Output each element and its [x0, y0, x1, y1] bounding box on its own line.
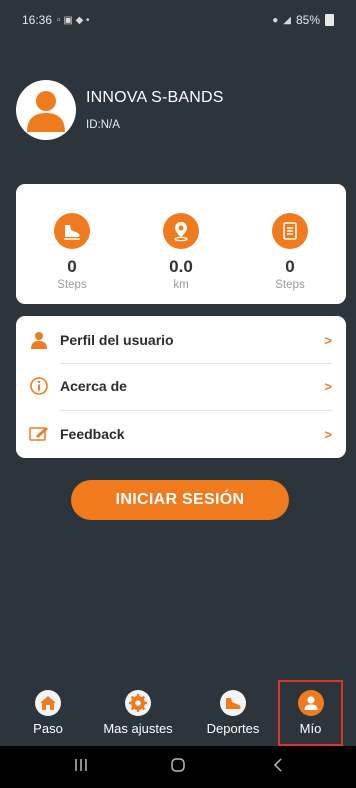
stats-card: 0 Steps 0.0 km 0 Steps	[16, 184, 346, 304]
chevron-right-icon: >	[324, 378, 332, 394]
notification-icons: ▫ ▣ ◆ •	[57, 14, 90, 26]
stat-value: 0.0	[169, 257, 193, 276]
battery-percent: 85%	[295, 13, 320, 27]
stat-label: Steps	[57, 279, 87, 291]
sport-shoe-icon	[220, 690, 246, 716]
menu-item-about[interactable]: Acerca de >	[16, 364, 346, 408]
chevron-right-icon: >	[324, 426, 332, 442]
status-left: 16:36 ▫ ▣ ◆ •	[22, 13, 90, 27]
location-status-icon: ●	[272, 14, 279, 26]
status-bar: 16:36 ▫ ▣ ◆ • ● ◢ 85%	[0, 0, 356, 40]
nav-label: Paso	[33, 721, 63, 736]
stat-steps-2: 0 Steps	[250, 213, 330, 291]
stat-distance: 0.0 km	[141, 213, 221, 291]
profile-name: INNOVA S-BANDS	[86, 89, 224, 106]
menu-item-label: Perfil del usuario	[60, 332, 174, 348]
avatar[interactable]	[16, 80, 76, 140]
login-button[interactable]: INICIAR SESIÓN	[71, 480, 289, 520]
nav-item-mio[interactable]: Mío	[278, 680, 343, 746]
user-avatar-icon	[27, 91, 65, 132]
menu-item-feedback[interactable]: Feedback >	[16, 412, 346, 456]
list-icon	[272, 213, 308, 249]
menu-item-label: Acerca de	[60, 378, 127, 394]
nav-label: Mío	[299, 721, 322, 736]
profile-icon	[297, 690, 324, 716]
nav-item-deportes[interactable]: Deportes	[196, 680, 270, 746]
stat-value: 0	[285, 257, 295, 276]
settings-icon	[125, 690, 151, 716]
system-nav-bar	[0, 746, 356, 788]
status-time: 16:36	[22, 13, 53, 27]
back-icon[interactable]	[272, 757, 284, 778]
nav-label: Deportes	[206, 721, 260, 736]
menu-card: Perfil del usuario > Acerca de > Feedbac…	[16, 316, 346, 458]
chevron-right-icon: >	[324, 332, 332, 348]
stat-label: km	[173, 279, 189, 291]
home-icon	[35, 690, 61, 716]
info-icon	[28, 375, 50, 397]
menu-item-user-profile[interactable]: Perfil del usuario >	[16, 318, 346, 362]
feedback-icon	[28, 423, 50, 445]
stat-steps: 0 Steps	[32, 213, 112, 291]
profile-text: INNOVA S-BANDS ID:N/A	[86, 89, 224, 131]
home-button-icon[interactable]	[170, 757, 186, 778]
profile-header[interactable]: INNOVA S-BANDS ID:N/A	[16, 80, 224, 140]
bottom-nav: Paso Mas ajustes Deportes Mío	[0, 680, 356, 746]
nav-item-paso[interactable]: Paso	[18, 680, 78, 746]
nav-item-mas-ajustes[interactable]: Mas ajustes	[92, 680, 184, 746]
stat-label: Steps	[275, 279, 305, 291]
stat-value: 0	[67, 257, 77, 276]
recent-apps-icon[interactable]	[74, 757, 88, 778]
location-pin-icon	[163, 213, 199, 249]
signal-icon: ◢	[283, 14, 291, 26]
battery-icon	[325, 14, 334, 26]
shoe-icon	[54, 213, 90, 249]
status-right: ● ◢ 85%	[272, 13, 334, 27]
user-icon	[28, 329, 50, 351]
profile-id: ID:N/A	[86, 119, 120, 131]
menu-divider	[60, 410, 332, 411]
menu-item-label: Feedback	[60, 426, 125, 442]
nav-label: Mas ajustes	[103, 721, 173, 736]
